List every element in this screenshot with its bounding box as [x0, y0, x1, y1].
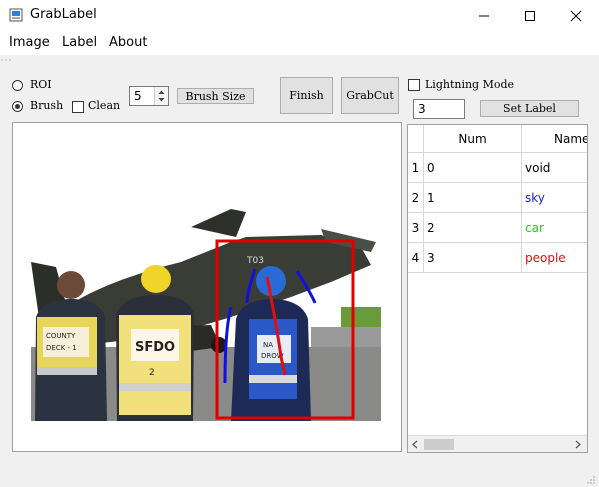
close-button[interactable]	[553, 0, 599, 31]
row-header[interactable]: 3	[408, 213, 424, 243]
maximize-icon	[525, 10, 535, 21]
resize-grip-icon[interactable]	[586, 475, 596, 485]
title-bar[interactable]: GrabLabel	[0, 0, 599, 31]
vest-left-text-2: DECK - 1	[46, 344, 77, 352]
close-icon	[570, 10, 582, 21]
brush-size-button[interactable]: Brush Size	[177, 88, 254, 104]
table-cell-num[interactable]: 0	[424, 153, 522, 183]
vest-mid-text-1: SFDO	[135, 340, 175, 355]
minimize-button[interactable]	[461, 0, 507, 31]
scroll-left-icon[interactable]	[411, 440, 419, 449]
grabcut-button[interactable]: GrabCut	[341, 77, 399, 114]
brush-size-spinbox[interactable]: 5	[129, 86, 169, 106]
scrollbar-thumb[interactable]	[424, 439, 454, 450]
roi-radio[interactable]	[12, 80, 23, 91]
lightning-mode-label: Lightning Mode	[425, 78, 515, 91]
menu-label[interactable]: Label	[62, 35, 97, 50]
brush-size-value: 5	[134, 89, 142, 103]
table-corner[interactable]	[408, 125, 424, 153]
table-cell-name[interactable]: sky	[522, 183, 587, 213]
clean-checkbox[interactable]	[72, 101, 84, 113]
app-icon	[9, 8, 23, 22]
tail-code-text: T03	[246, 256, 264, 266]
row-header[interactable]: 4	[408, 243, 424, 273]
horizontal-scrollbar[interactable]	[408, 435, 587, 452]
vest-right-text-1: NA	[263, 341, 273, 349]
spin-arrows-icon	[158, 90, 165, 102]
finish-button[interactable]: Finish	[280, 77, 333, 114]
table-cell-name[interactable]: void	[522, 153, 587, 183]
label-input[interactable]: 3	[413, 99, 465, 119]
labeled-photo[interactable]: T03 COUNTY DECK - 1 SFDO 2 NA DROW	[31, 207, 381, 421]
window-title: GrabLabel	[30, 7, 97, 22]
table-cell-num[interactable]: 3	[424, 243, 522, 273]
vest-mid-text-2: 2	[149, 368, 155, 378]
clean-label: Clean	[88, 99, 121, 112]
label-table[interactable]: Num Name 1 0 void 2 1 sky 3 2 car 4 3 people	[407, 124, 588, 453]
menu-image[interactable]: Image	[9, 35, 50, 50]
brush-radio[interactable]	[12, 101, 23, 112]
table-cell-name[interactable]: car	[522, 213, 587, 243]
menu-about[interactable]: About	[109, 35, 147, 50]
table-cell-num[interactable]: 2	[424, 213, 522, 243]
column-header-name[interactable]: Name	[522, 125, 587, 153]
set-label-button[interactable]: Set Label	[480, 100, 579, 117]
menu-bar: Image Label About	[0, 31, 599, 55]
minimize-icon	[479, 15, 489, 16]
row-header[interactable]: 1	[408, 153, 424, 183]
roi-label: ROI	[30, 78, 52, 91]
spin-arrows[interactable]	[154, 87, 168, 105]
brush-label: Brush	[30, 99, 64, 112]
image-canvas[interactable]: T03 COUNTY DECK - 1 SFDO 2 NA DROW	[12, 122, 402, 452]
scroll-right-icon[interactable]	[574, 440, 582, 449]
toolbar-handle[interactable]	[0, 55, 599, 63]
vest-left-text-1: COUNTY	[46, 332, 76, 340]
table-cell-num[interactable]: 1	[424, 183, 522, 213]
maximize-button[interactable]	[507, 0, 553, 31]
label-input-value: 3	[418, 102, 426, 116]
grip-dots-icon	[1, 59, 11, 61]
row-header[interactable]: 2	[408, 183, 424, 213]
status-bar	[0, 463, 599, 487]
table-cell-name[interactable]: people	[522, 243, 587, 273]
lightning-mode-checkbox[interactable]	[408, 79, 420, 91]
column-header-num[interactable]: Num	[424, 125, 522, 153]
